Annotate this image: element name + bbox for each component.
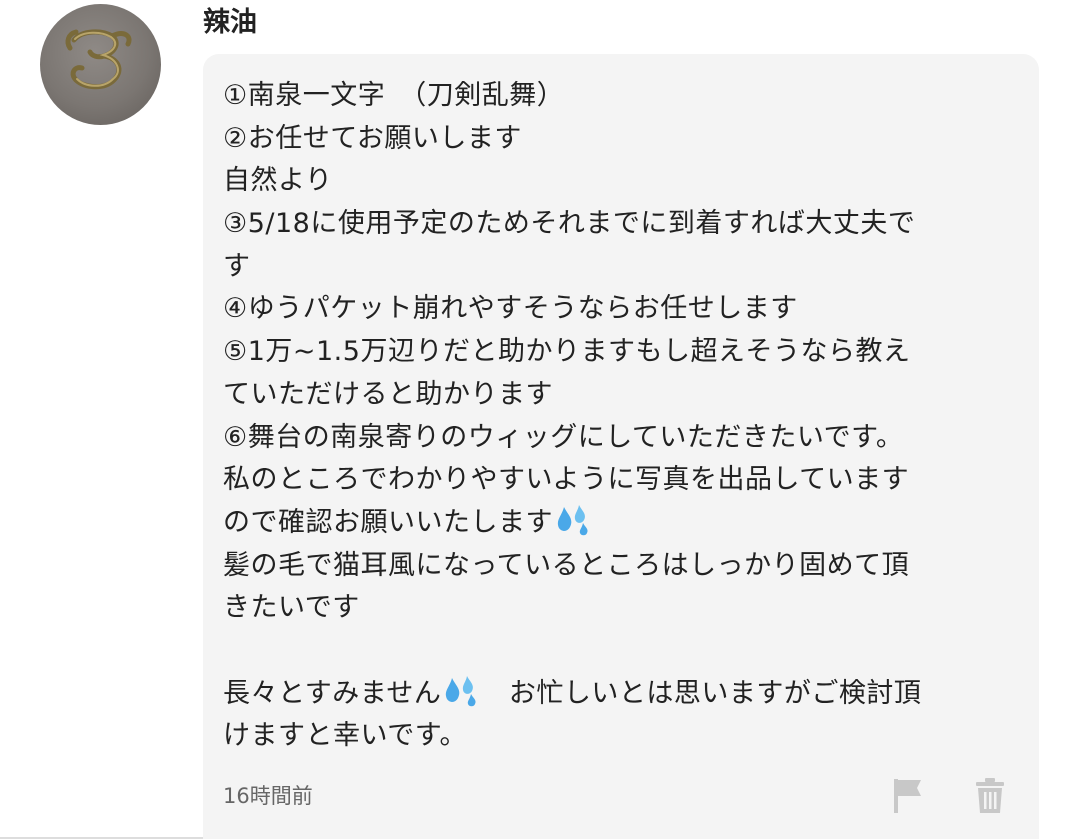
message-line: ③5/18に使用予定のためそれまでに到着すれば大丈夫で [223,208,916,240]
message-text: 長々とすみません [223,677,442,709]
delete-button[interactable] [973,777,1007,815]
report-button[interactable] [891,777,925,815]
message-line: ⑤1万~1.5万辺りだと助かりますもし超えそうなら教え [223,336,911,368]
comment-page: 辣油 ①南泉一文字 （刀剣乱舞） ②お任せてお願いします 自然より ③5/18に… [0,0,1080,839]
message-line: きたいです [223,592,360,624]
message-text: ので確認お願いいたします [223,506,553,538]
avatar[interactable] [40,4,161,125]
comment-message: ①南泉一文字 （刀剣乱舞） ②お任せてお願いします 自然より ③5/18に使用予… [223,75,1013,758]
ornamental-letter-icon [65,29,132,90]
message-line-with-emoji: ので確認お願いいたします [223,502,1013,545]
message-line: 自然より [223,165,333,197]
message-line: 私のところでわかりやすいように写真を出品しています [223,464,910,496]
message-text: お忙しいとは思いますがご検討頂 [481,677,922,709]
message-line: ていただけると助かります [223,378,553,410]
username[interactable]: 辣油 [203,6,257,40]
sweat-drops-icon [557,504,588,536]
message-line: ④ゆうパケット崩れやすそうならお任せします [223,293,798,325]
flag-icon [894,779,921,813]
message-line: けますと幸いです。 [223,720,467,752]
message-line: 髪の毛で猫耳風になっているところはしっかり固めて頂 [223,549,910,581]
timestamp: 16時間前 [223,784,313,808]
message-line: ⑥舞台の南泉寄りのウィッグにしていただきたいです。 [223,421,904,453]
message-line-with-emoji: 長々とすみません お忙しいとは思いますがご検討頂 [223,673,1013,716]
message-line: ②お任せてお願いします [223,122,522,154]
trash-icon [976,778,1004,813]
message-line: す [223,250,251,282]
sweat-drops-icon [446,675,476,706]
message-line: ①南泉一文字 （刀剣乱舞） [223,80,565,111]
comment-bubble: ①南泉一文字 （刀剣乱舞） ②お任せてお願いします 自然より ③5/18に使用予… [203,54,1039,839]
